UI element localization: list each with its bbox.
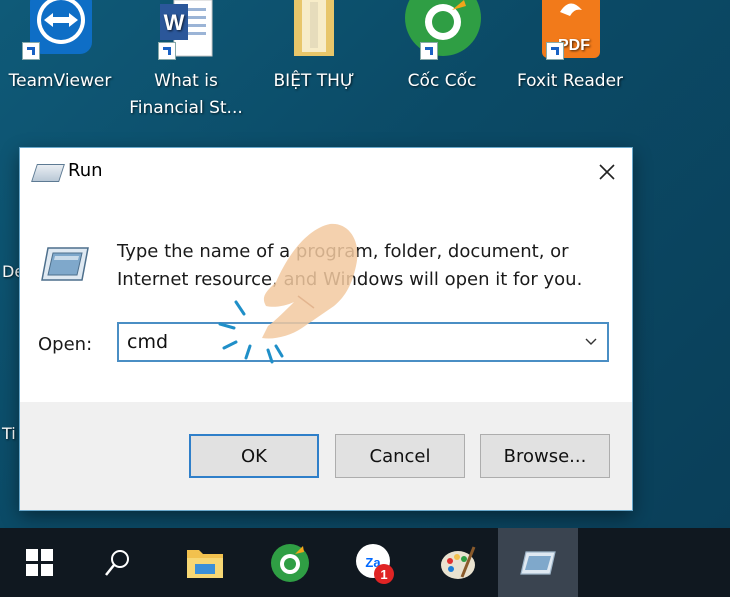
desktop-icon-coccoc[interactable]: Cốc Cốc	[382, 0, 502, 95]
paint-icon	[441, 545, 476, 579]
open-label: Open:	[38, 334, 93, 355]
taskbar-coccoc[interactable]	[250, 528, 330, 597]
title-bar[interactable]: Run	[20, 148, 632, 196]
shortcut-arrow-icon	[158, 42, 176, 60]
desktop-icon-label: Cốc Cốc	[407, 71, 477, 91]
file-explorer-icon	[187, 549, 223, 578]
windows-start-icon	[26, 548, 53, 576]
taskbar: Za 1	[0, 528, 730, 597]
desktop-icon-label: BIỆT THỰ	[273, 71, 355, 91]
search-icon	[105, 549, 129, 576]
run-program-icon	[40, 246, 90, 282]
start-button[interactable]	[0, 528, 80, 597]
desktop-edge-label: Ti	[2, 424, 16, 443]
zalo-icon: Za 1	[356, 543, 394, 584]
run-icon	[31, 164, 65, 182]
chevron-down-icon	[585, 338, 597, 345]
browse-button[interactable]: Browse...	[480, 434, 610, 478]
notification-badge: 1	[380, 567, 387, 582]
desktop-icon-folder[interactable]: BIỆT THỰ	[254, 0, 374, 95]
taskbar-run[interactable]	[498, 528, 578, 597]
desktop-icon-word-document[interactable]: W What is Financial St...	[126, 0, 246, 122]
cancel-button[interactable]: Cancel	[335, 434, 465, 478]
desktop-icon-label: What is Financial St...	[129, 71, 243, 118]
dialog-description: Type the name of a program, folder, docu…	[117, 241, 583, 290]
shortcut-arrow-icon	[22, 42, 40, 60]
dialog-title: Run	[68, 160, 103, 181]
run-dialog: Run Type the name of a program, folder, …	[20, 148, 632, 510]
shortcut-arrow-icon	[546, 42, 564, 60]
close-icon	[599, 164, 615, 180]
desktop-icon-teamviewer[interactable]: TeamViewer	[0, 0, 120, 95]
taskbar-file-explorer[interactable]	[165, 528, 245, 597]
foxit-reader-icon: PDF	[530, 0, 610, 60]
dialog-body: Type the name of a program, folder, docu…	[20, 196, 632, 402]
desktop-icon-foxit-reader[interactable]: PDF Foxit Reader	[510, 0, 630, 95]
folder-icon	[274, 0, 354, 60]
desktop-icon-label: TeamViewer	[8, 71, 112, 91]
coccoc-browser-icon	[271, 543, 309, 582]
open-combobox[interactable]	[117, 322, 609, 362]
close-button[interactable]	[582, 148, 632, 196]
open-input[interactable]	[127, 330, 567, 354]
taskbar-paint[interactable]	[418, 528, 498, 597]
word-document-icon: W	[146, 0, 226, 60]
ok-button[interactable]: OK	[189, 434, 319, 478]
shortcut-arrow-icon	[420, 42, 438, 60]
search-button[interactable]	[78, 528, 158, 597]
run-icon	[520, 550, 556, 575]
dropdown-button[interactable]	[579, 330, 603, 354]
coccoc-browser-icon	[402, 0, 482, 60]
teamviewer-icon	[20, 0, 100, 60]
taskbar-zalo[interactable]: Za 1	[334, 528, 414, 597]
svg-text:W: W	[164, 10, 185, 35]
desktop-icon-label: Foxit Reader	[516, 71, 624, 91]
